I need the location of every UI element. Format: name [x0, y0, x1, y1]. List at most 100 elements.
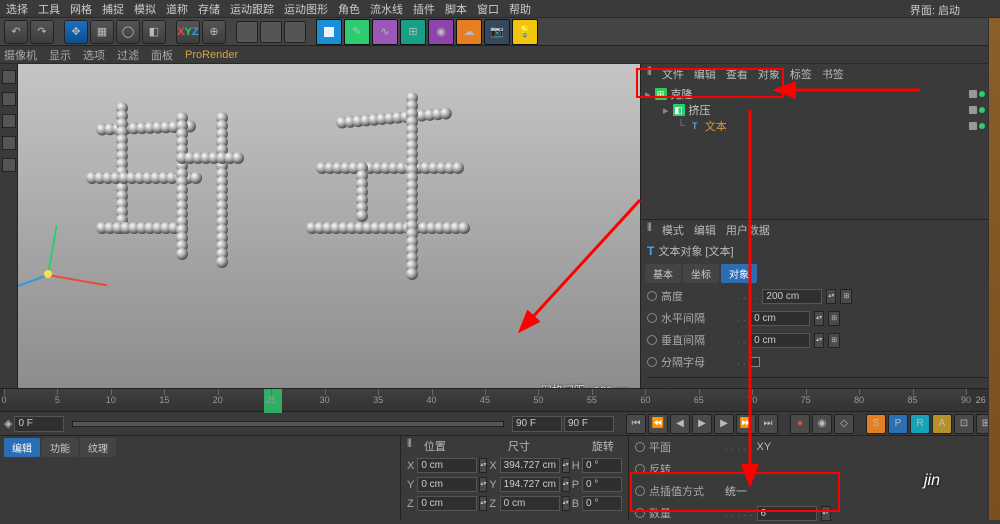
radio-icon[interactable]: [635, 464, 645, 474]
primitive-cube-button[interactable]: [316, 19, 342, 45]
radio-icon[interactable]: [635, 508, 645, 518]
size-input[interactable]: [500, 477, 560, 492]
unit-btn[interactable]: ⊞: [828, 311, 840, 326]
light-button[interactable]: 💡: [512, 19, 538, 45]
menu-item[interactable]: 插件: [413, 1, 435, 17]
render-view-button[interactable]: [236, 21, 258, 43]
menu-item[interactable]: 帮助: [509, 1, 531, 17]
attr-menu-item[interactable]: 模式: [662, 222, 684, 238]
key-pla-button[interactable]: ⊡: [954, 414, 974, 434]
menu-item[interactable]: 运动图形: [284, 1, 328, 17]
pos-input[interactable]: [417, 496, 477, 511]
spinner[interactable]: ▴▾: [562, 458, 570, 473]
end-frame-input[interactable]: [512, 416, 562, 432]
menu-item[interactable]: 窗口: [477, 1, 499, 17]
tab-object[interactable]: 对象: [721, 264, 757, 283]
camera-button[interactable]: 📷: [484, 19, 510, 45]
pos-input[interactable]: [417, 477, 477, 492]
deformer-button[interactable]: ◉: [428, 19, 454, 45]
environment-button[interactable]: ☁: [456, 19, 482, 45]
menu-item[interactable]: 角色: [338, 1, 360, 17]
menu-item[interactable]: 网格: [70, 1, 92, 17]
menu-item[interactable]: 运动跟踪: [230, 1, 274, 17]
menu-item[interactable]: 存储: [198, 1, 220, 17]
obj-menu-item[interactable]: 编辑: [694, 66, 716, 82]
viewport-menu-item[interactable]: 过滤: [117, 47, 139, 63]
menu-item[interactable]: 模拟: [134, 1, 156, 17]
obj-menu-item[interactable]: 对象: [758, 66, 780, 82]
timeline[interactable]: 051015202530354045505560657075808590 26 …: [0, 388, 1000, 412]
menu-item[interactable]: 捕捉: [102, 1, 124, 17]
autokey-button[interactable]: ◉: [812, 414, 832, 434]
attr-menu-item[interactable]: 用户数据: [726, 222, 770, 238]
obj-menu-item[interactable]: 文件: [662, 66, 684, 82]
render-picture-button[interactable]: [260, 21, 282, 43]
prev-key-button[interactable]: ⏪: [648, 414, 668, 434]
sepchar-checkbox[interactable]: [750, 357, 760, 367]
prorender-menu-item[interactable]: ProRender: [185, 49, 238, 61]
spinner[interactable]: ▴▾: [562, 496, 570, 511]
radio-icon[interactable]: [647, 357, 657, 367]
object-tree[interactable]: ▸ ⊞ 克隆 ✓ ▸ ◧ 挤压 ✓ └ T 文本 ✓: [641, 84, 1000, 219]
move-tool[interactable]: ▦: [90, 20, 114, 44]
current-frame-input[interactable]: [14, 416, 64, 432]
tab-coord[interactable]: 坐标: [683, 264, 719, 283]
prev-frame-button[interactable]: ◀: [670, 414, 690, 434]
key-pos-button[interactable]: S: [866, 414, 886, 434]
end-frame-input2[interactable]: [564, 416, 614, 432]
radio-icon[interactable]: [647, 335, 657, 345]
viewport-menu-item[interactable]: 摄像机: [4, 47, 37, 63]
spinner[interactable]: ▴▾: [814, 311, 824, 326]
tab-edit[interactable]: 编辑: [4, 438, 40, 457]
menu-item[interactable]: 流水线: [370, 1, 403, 17]
radio-icon[interactable]: [635, 486, 645, 496]
tree-item-cloner[interactable]: ▸ ⊞ 克隆 ✓: [645, 86, 996, 102]
goto-end-button[interactable]: ⏭: [758, 414, 778, 434]
spinner[interactable]: ▴▾: [562, 477, 570, 492]
obj-menu-item[interactable]: 标签: [790, 66, 812, 82]
menu-item[interactable]: 工具: [38, 1, 60, 17]
viewport-menu-item[interactable]: 显示: [49, 47, 71, 63]
keyframe-sel-button[interactable]: ◇: [834, 414, 854, 434]
select-tool[interactable]: ✥: [64, 20, 88, 44]
key-scale-button[interactable]: P: [888, 414, 908, 434]
render-settings-button[interactable]: [284, 21, 306, 43]
key-rot-button[interactable]: R: [910, 414, 930, 434]
timeline-ruler[interactable]: 051015202530354045505560657075808590: [4, 389, 966, 411]
radio-icon[interactable]: [647, 313, 657, 323]
height-input[interactable]: [762, 289, 822, 304]
unit-btn[interactable]: ⊞: [828, 333, 840, 348]
obj-menu-item[interactable]: 书签: [822, 66, 844, 82]
menu-item[interactable]: 选择: [6, 1, 28, 17]
rotate-tool[interactable]: ◯: [116, 20, 140, 44]
spinner[interactable]: ▴▾: [826, 289, 836, 304]
redo-button[interactable]: ↷: [30, 20, 54, 44]
next-key-button[interactable]: ⏩: [736, 414, 756, 434]
rot-input[interactable]: [582, 477, 622, 492]
plane-value[interactable]: XY: [757, 441, 772, 453]
edge-mode-button[interactable]: [2, 136, 16, 150]
viewport-menu-item[interactable]: 选项: [83, 47, 105, 63]
tree-item-text[interactable]: └ T 文本 ✓: [645, 118, 996, 134]
primitive-spline-button[interactable]: ∿: [372, 19, 398, 45]
primitive-pen-button[interactable]: ✎: [344, 19, 370, 45]
undo-button[interactable]: ↶: [4, 20, 28, 44]
viewport-menu-item[interactable]: 面板: [151, 47, 173, 63]
goto-start-button[interactable]: ⏮: [626, 414, 646, 434]
tab-function[interactable]: 功能: [42, 438, 78, 457]
tree-item-extrude[interactable]: ▸ ◧ 挤压 ✓: [645, 102, 996, 118]
axis-lock[interactable]: XYZ: [176, 20, 200, 44]
scale-tool[interactable]: ◧: [142, 20, 166, 44]
tab-basic[interactable]: 基本: [645, 264, 681, 283]
play-button[interactable]: ▶: [692, 414, 712, 434]
pos-input[interactable]: [417, 458, 477, 473]
viewport[interactable]: 网格间距 : 100 cm: [18, 64, 640, 404]
interp-value[interactable]: 统一: [725, 483, 747, 499]
rot-input[interactable]: [582, 458, 622, 473]
range-slider[interactable]: [72, 421, 504, 427]
key-marker-icon[interactable]: ◈: [4, 417, 12, 430]
attr-menu-item[interactable]: 编辑: [694, 222, 716, 238]
radio-icon[interactable]: [635, 442, 645, 452]
spinner[interactable]: ▴▾: [814, 333, 824, 348]
menu-item[interactable]: 脚本: [445, 1, 467, 17]
